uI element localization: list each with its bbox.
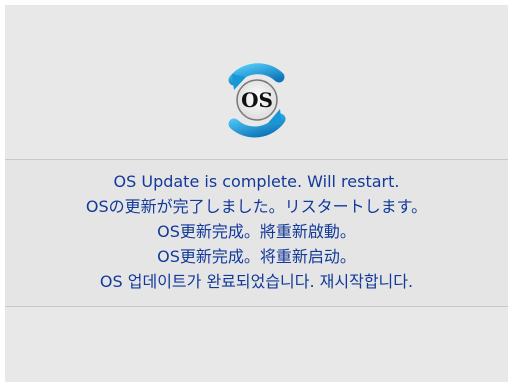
message-korean: OS 업데이트가 완료되었습니다. 재시작합니다.	[99, 272, 414, 291]
logo-os-text: OS	[241, 88, 273, 112]
message-japanese: OSの更新が完了しました。リスタートします。	[85, 197, 428, 216]
update-message-panel: OS Update is complete. Will restart. OSの…	[5, 159, 508, 307]
os-update-sync-icon: OS	[216, 59, 298, 141]
message-simplified-chinese: OS更新完成。将重新启动。	[157, 247, 356, 266]
update-screen: OS OS Update is complete. Will restart. …	[5, 5, 508, 382]
message-english: OS Update is complete. Will restart.	[113, 172, 400, 191]
message-traditional-chinese: OS更新完成。將重新啟動。	[157, 222, 356, 241]
